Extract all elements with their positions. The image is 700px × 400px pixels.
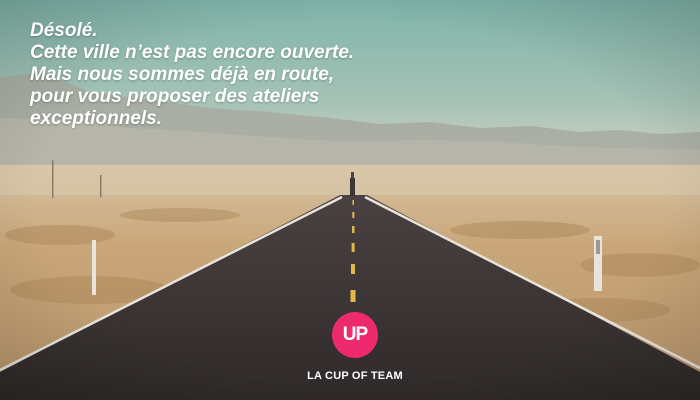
logo-text: UP [342,324,368,345]
message-line: exceptionnels. [30,108,162,129]
apology-message: Désolé. Cette ville n’est pas encore ouv… [30,20,510,130]
message-line: Désolé. [30,20,98,41]
message-line: Mais nous sommes déjà en route, [30,64,335,85]
message-line: Cette ville n’est pas encore ouverte. [30,42,355,63]
brand-name: LA CUP OF TEAM [307,370,403,382]
message-line: pour vous proposer des ateliers [30,86,320,107]
hero-scene: Désolé. Cette ville n’est pas encore ouv… [0,0,700,400]
up-logo-icon: UP [332,312,378,358]
